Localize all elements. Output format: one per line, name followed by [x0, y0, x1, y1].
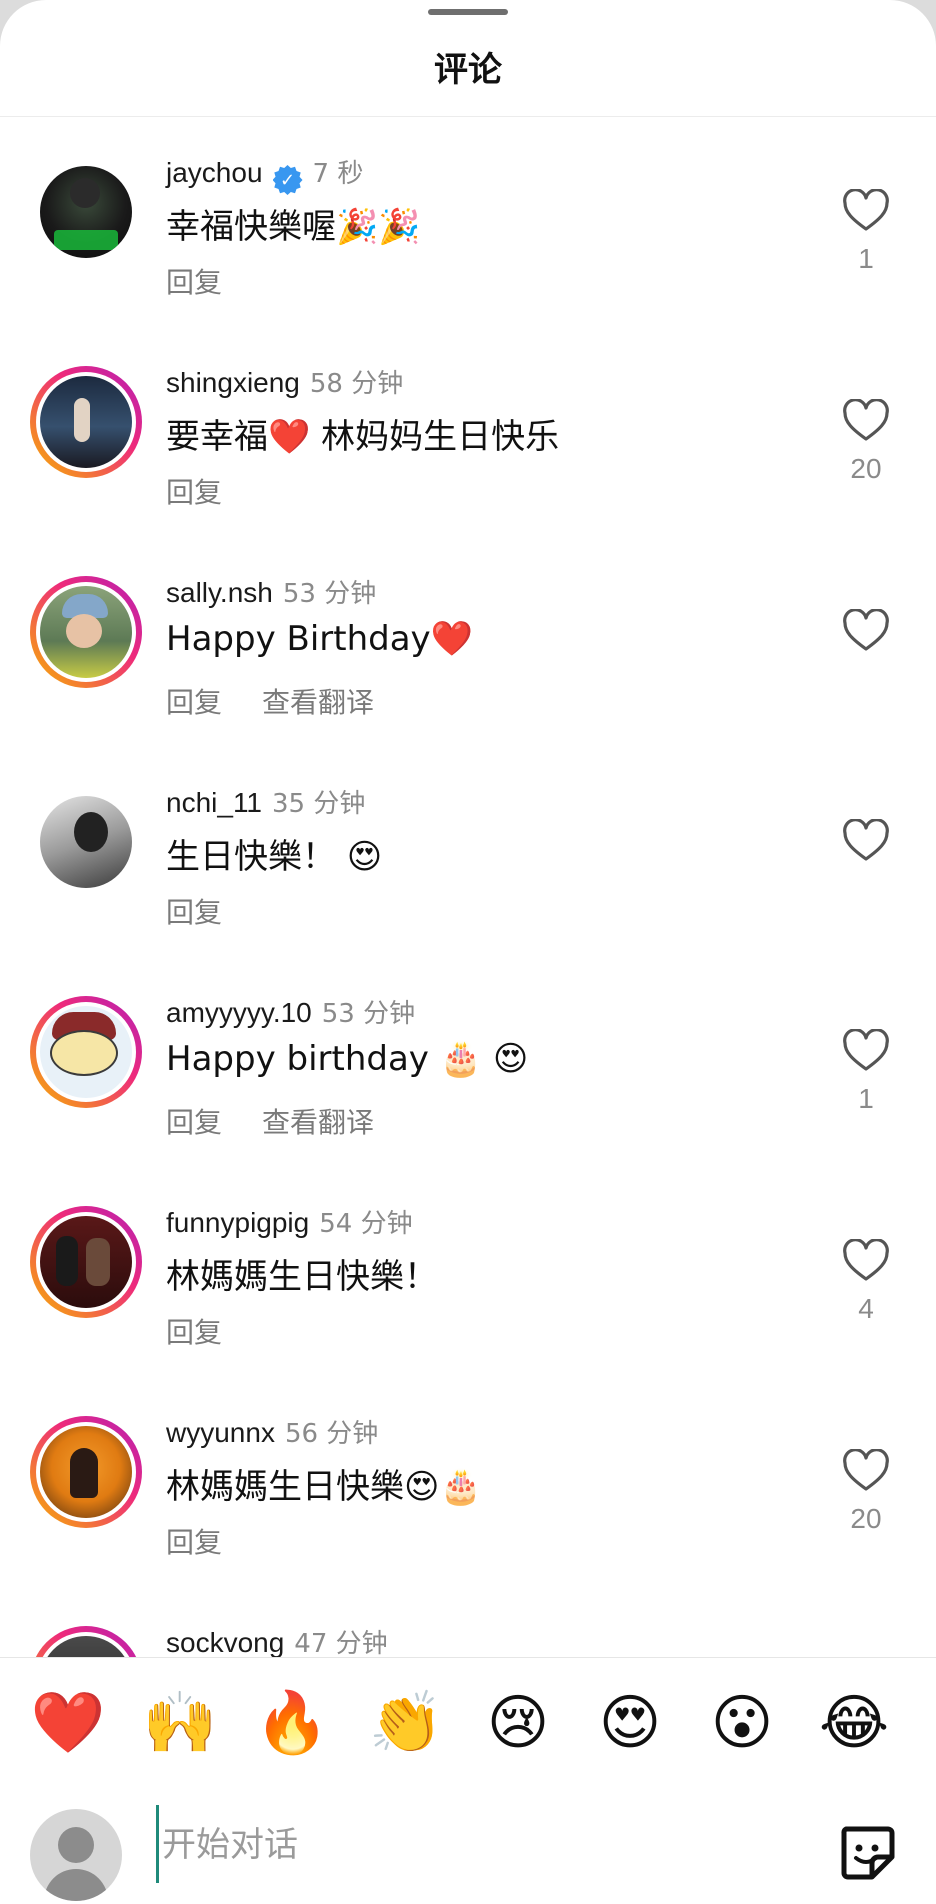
- reaction-crying-face-icon[interactable]: 😢: [478, 1688, 558, 1758]
- comment-time: 53 分钟: [321, 999, 416, 1029]
- comment-actions: 回复: [166, 471, 222, 511]
- reply-button[interactable]: 回复: [166, 1316, 222, 1349]
- comment-text: Happy Birthday❤️: [166, 619, 473, 659]
- commenter-username[interactable]: jaychou: [166, 157, 263, 188]
- reaction-fire-icon[interactable]: 🔥: [252, 1688, 332, 1758]
- reply-button[interactable]: 回复: [166, 686, 222, 719]
- commenter-avatar[interactable]: [30, 156, 142, 268]
- reply-button[interactable]: 回复: [166, 896, 222, 929]
- my-avatar: [30, 1809, 122, 1901]
- comment-item: shingxieng 58 分钟要幸福❤️ 林妈妈生日快乐回复 20: [0, 327, 936, 537]
- commenter-avatar[interactable]: [30, 996, 142, 1108]
- comment-text: 幸福快樂喔🎉🎉: [166, 207, 421, 247]
- like-heart-icon[interactable]: [842, 399, 890, 443]
- comment-actions: 回复: [166, 1311, 222, 1351]
- comment-item: funnypigpig 54 分钟林媽媽生日快樂！ 回复 4: [0, 1167, 936, 1377]
- sheet-title: 评论: [434, 50, 502, 90]
- comment-item: nchi_11 35 分钟生日快樂！ 😍 回复: [0, 747, 936, 957]
- reaction-heart-eyes-icon[interactable]: 😍: [590, 1688, 670, 1758]
- commenter-username[interactable]: shingxieng: [166, 367, 300, 398]
- comment-item: sockvong 47 分钟: [0, 1587, 936, 1657]
- verified-badge-icon: ✓: [272, 165, 303, 195]
- comment-item: sally.nsh 53 分钟 Happy Birthday❤️ 回复 查看翻译: [0, 537, 936, 747]
- reply-button[interactable]: 回复: [166, 1526, 222, 1559]
- comment-time: 53 分钟: [282, 579, 377, 609]
- like-heart-icon[interactable]: [842, 819, 890, 863]
- comment-time: 54 分钟: [319, 1209, 413, 1239]
- like-heart-icon[interactable]: [842, 609, 890, 653]
- reaction-clapping-hands-icon[interactable]: 👏: [366, 1688, 446, 1758]
- reply-button[interactable]: 回复: [166, 476, 222, 509]
- reply-button[interactable]: 回复: [166, 1106, 222, 1139]
- comment-actions: 回复 查看翻译: [166, 681, 374, 721]
- comment-actions: 回复 查看翻译: [166, 1101, 374, 1141]
- reply-button[interactable]: 回复: [166, 266, 222, 299]
- comment-time: 58 分钟: [309, 369, 404, 399]
- comment-list[interactable]: jaychou ✓ 7 秒幸福快樂喔🎉🎉 回复 1 shingxieng 58 分钟要幸福❤…: [0, 117, 936, 1657]
- like-count: 1: [858, 1083, 874, 1114]
- reaction-tears-of-joy-icon[interactable]: 😂: [814, 1688, 894, 1758]
- comments-sheet: 评论 jaychou ✓ 7 秒幸福快樂喔🎉🎉 回复 1 shingxieng 58 分钟要…: [0, 0, 936, 1904]
- like-heart-icon[interactable]: [842, 189, 890, 233]
- comment-text: 林媽媽生日快樂！: [166, 1257, 438, 1297]
- comment-composer: [0, 1785, 936, 1904]
- comment-text: 要幸福❤️ 林妈妈生日快乐: [166, 417, 560, 457]
- like-count: 4: [858, 1293, 874, 1324]
- comment-text: Happy birthday 🎂 😍: [166, 1039, 529, 1079]
- reaction-raised-hands-icon[interactable]: 🙌: [140, 1688, 220, 1758]
- comment-meta: shingxieng 58 分钟: [166, 363, 403, 400]
- commenter-username[interactable]: sally.nsh: [166, 577, 273, 608]
- like-heart-icon[interactable]: [842, 1239, 890, 1283]
- comment-item: wyyunnx 56 分钟林媽媽生日快樂😍🎂 回复 20: [0, 1377, 936, 1587]
- commenter-avatar[interactable]: [30, 366, 142, 478]
- like-heart-icon[interactable]: [842, 1029, 890, 1073]
- comment-time: 47 分钟: [294, 1629, 388, 1657]
- comment-meta: sockvong 47 分钟: [166, 1623, 388, 1657]
- comment-meta: amyyyyy.10 53 分钟: [166, 993, 415, 1030]
- commenter-username[interactable]: amyyyyy.10: [166, 997, 312, 1028]
- comment-meta: jaychou ✓ 7 秒: [166, 153, 363, 195]
- comment-meta: wyyunnx 56 分钟: [166, 1413, 378, 1450]
- commenter-avatar[interactable]: [30, 1626, 142, 1657]
- like-count: 1: [858, 243, 874, 274]
- comment-text: 生日快樂！ 😍: [166, 837, 383, 877]
- commenter-username[interactable]: sockvong: [166, 1627, 284, 1657]
- comment-text: 林媽媽生日快樂😍🎂: [166, 1467, 482, 1507]
- comment-input[interactable]: [156, 1809, 804, 1881]
- comment-time: 56 分钟: [284, 1419, 379, 1449]
- comment-actions: 回复: [166, 261, 222, 301]
- comment-item: jaychou ✓ 7 秒幸福快樂喔🎉🎉 回复 1: [0, 117, 936, 327]
- commenter-username[interactable]: wyyunnx: [166, 1417, 275, 1448]
- commenter-avatar[interactable]: [30, 786, 142, 898]
- comment-time: 7 秒: [312, 159, 364, 189]
- commenter-username[interactable]: funnypigpig: [166, 1207, 309, 1238]
- like-heart-icon[interactable]: [842, 1449, 890, 1493]
- comment-meta: funnypigpig 54 分钟: [166, 1203, 413, 1240]
- comment-actions: 回复: [166, 1521, 222, 1561]
- like-count: 20: [850, 1503, 882, 1534]
- like-count: 20: [850, 453, 882, 484]
- reaction-emoji-bar: ❤️ 🙌 🔥 👏 😢 😍 😮 😂: [0, 1657, 936, 1786]
- drag-handle[interactable]: [428, 9, 508, 15]
- comment-time: 35 分钟: [272, 789, 366, 819]
- commenter-username[interactable]: nchi_11: [166, 787, 262, 818]
- commenter-avatar[interactable]: [30, 576, 142, 688]
- comment-actions: 回复: [166, 891, 222, 931]
- reaction-heart-icon[interactable]: ❤️: [28, 1688, 108, 1758]
- reaction-surprised-face-icon[interactable]: 😮: [702, 1688, 782, 1758]
- commenter-avatar[interactable]: [30, 1206, 142, 1318]
- sticker-icon[interactable]: [836, 1821, 898, 1883]
- see-translation-button[interactable]: 查看翻译: [262, 1106, 374, 1139]
- comment-meta: nchi_11 35 分钟: [166, 783, 365, 820]
- commenter-avatar[interactable]: [30, 1416, 142, 1528]
- comment-item: amyyyyy.10 53 分钟 Happy birthday 🎂 😍 回复 查看翻译 1: [0, 957, 936, 1167]
- comment-meta: sally.nsh 53 分钟: [166, 573, 376, 610]
- see-translation-button[interactable]: 查看翻译: [262, 686, 374, 719]
